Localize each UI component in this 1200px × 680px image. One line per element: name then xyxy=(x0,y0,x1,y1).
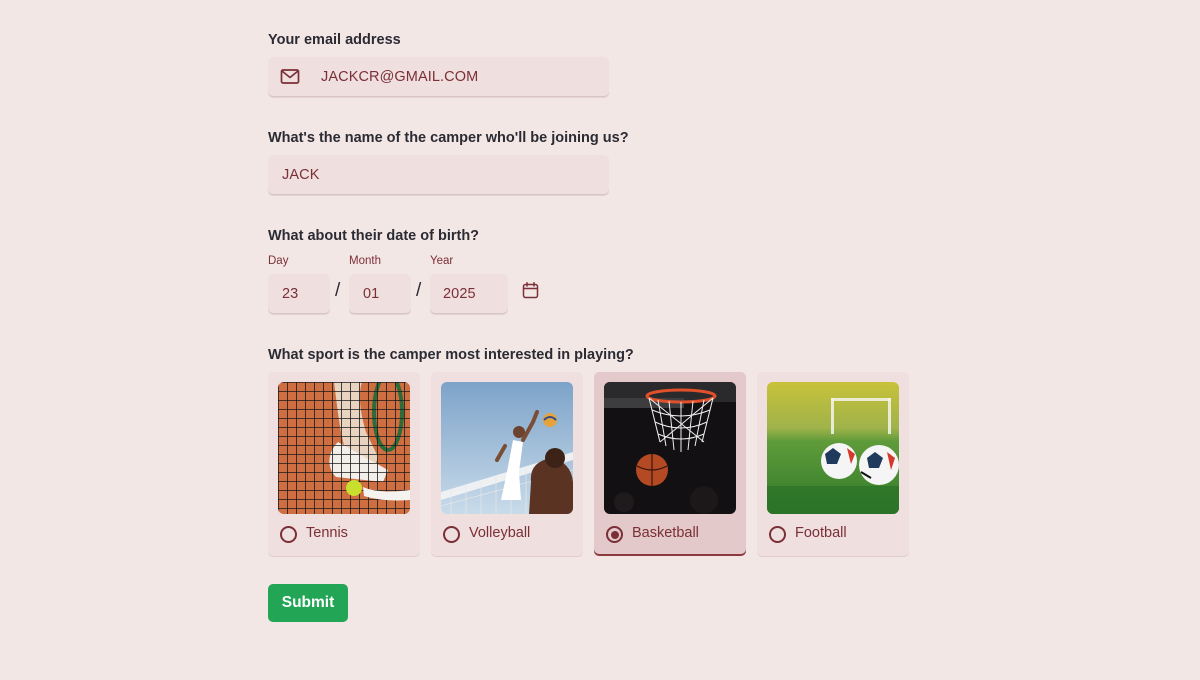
basketball-image xyxy=(604,382,736,514)
year-label: Year xyxy=(430,255,454,267)
day-label: Day xyxy=(268,255,289,267)
month-label: Month xyxy=(349,255,381,267)
camper-name-field[interactable]: JACK xyxy=(268,155,609,195)
dob-label: What about their date of birth? xyxy=(268,228,480,244)
sport-option-basketball[interactable]: Basketball xyxy=(594,372,746,556)
submit-button[interactable]: Submit xyxy=(268,584,348,622)
radio-tennis[interactable] xyxy=(280,526,297,543)
camper-name-value: JACK xyxy=(282,167,320,183)
football-image xyxy=(767,382,899,514)
radio-basketball[interactable] xyxy=(606,526,623,543)
radio-volleyball[interactable] xyxy=(443,526,460,543)
day-field[interactable]: 23 xyxy=(268,274,330,314)
date-separator: / xyxy=(335,280,341,301)
sport-option-label: Basketball xyxy=(632,525,699,541)
month-value: 01 xyxy=(363,286,380,302)
tennis-image xyxy=(278,382,410,514)
year-value: 2025 xyxy=(443,286,476,302)
year-field[interactable]: 2025 xyxy=(430,274,508,314)
sport-option-tennis[interactable]: Tennis xyxy=(268,372,420,556)
sport-option-label: Football xyxy=(795,525,847,541)
calendar-icon[interactable] xyxy=(522,282,539,304)
volleyball-image xyxy=(441,382,573,514)
email-value: JACKCR@GMAIL.COM xyxy=(321,69,479,85)
sport-option-football[interactable]: Football xyxy=(757,372,909,556)
email-field[interactable]: JACKCR@GMAIL.COM xyxy=(268,57,609,97)
sport-option-label: Tennis xyxy=(306,525,348,541)
sport-option-label: Volleyball xyxy=(469,525,531,541)
date-separator: / xyxy=(416,280,422,301)
radio-football[interactable] xyxy=(769,526,786,543)
sport-option-volleyball[interactable]: Volleyball xyxy=(431,372,583,556)
month-field[interactable]: 01 xyxy=(349,274,411,314)
mail-icon xyxy=(280,68,300,90)
email-label: Your email address xyxy=(268,32,401,48)
sport-label: What sport is the camper most interested… xyxy=(268,347,634,363)
camper-name-label: What's the name of the camper who'll be … xyxy=(268,130,629,146)
day-value: 23 xyxy=(282,286,299,302)
